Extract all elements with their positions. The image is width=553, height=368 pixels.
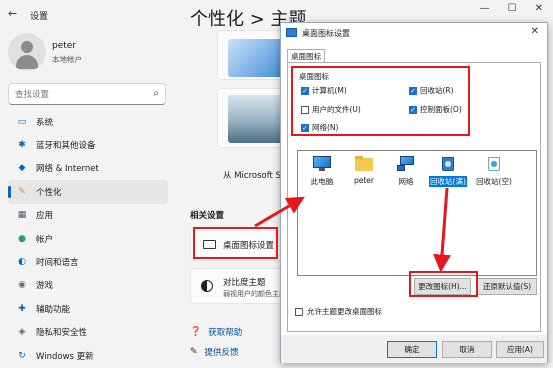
arrow-to-icon-list <box>254 196 305 228</box>
annotation-arrows <box>254 187 451 273</box>
arrow-to-change-icon <box>433 187 451 273</box>
